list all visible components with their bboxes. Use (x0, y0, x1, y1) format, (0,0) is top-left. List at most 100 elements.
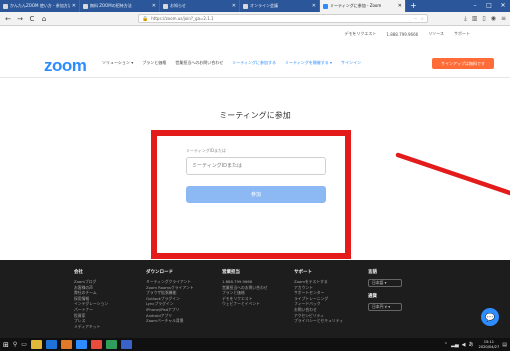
annotation-arrow-line (395, 152, 510, 196)
address-url: https://zoom.us/join?_ga=2.1.1 (151, 16, 214, 21)
address-bar[interactable]: 🔒 https://zoom.us/join?_ga=2.1.1 ··· ☆ (138, 14, 428, 23)
nav-item-sign-in[interactable]: サインイン (341, 60, 361, 66)
top-link[interactable]: リソース (428, 31, 444, 37)
footer-link[interactable]: ウェビナーとイベント (222, 301, 268, 307)
chevron-up-icon[interactable]: ⌃ (444, 342, 448, 348)
tab-title: ミーティングに参加 - Zoom (330, 3, 382, 8)
new-tab-button[interactable]: + (406, 0, 421, 12)
close-icon[interactable]: ✕ (72, 3, 76, 9)
page-favicon-icon (83, 3, 88, 9)
notification-icon[interactable]: ▤ (502, 342, 507, 348)
annotation-highlight-box (151, 130, 351, 259)
nav-item-host-meeting[interactable]: ミーティングを開催する ▾ (285, 60, 332, 66)
account-icon[interactable]: ◉ (491, 15, 496, 23)
file-explorer-icon[interactable] (30, 340, 42, 349)
top-link[interactable]: デモをリクエスト (344, 31, 376, 37)
maximize-button[interactable]: □ (482, 0, 496, 12)
task-view-icon[interactable]: ▭ (21, 340, 27, 349)
lock-icon: 🔒 (142, 15, 149, 22)
window-controls: – □ ✕ (468, 0, 510, 12)
top-link[interactable]: サポート (454, 31, 470, 37)
forward-button[interactable]: → (16, 15, 24, 23)
footer-column-sales: 営業担当 1.888.799.9666 営業担当へのお問い合わせ プランと価格 … (222, 269, 268, 307)
close-icon[interactable]: ✕ (312, 3, 316, 9)
zoom-main-nav: ソリューション ▾ プランと価格 営業担当へのお問い合わせ ミーティングに参加す… (102, 60, 361, 66)
footer-column-support: サポート Zoomをテストする アカウント サポートセンター ライブトレーニング… (294, 269, 343, 324)
zoom-logo[interactable]: zoom (44, 56, 87, 76)
zoom-header: zoom ソリューション ▾ プランと価格 営業担当へのお問い合わせ ミーティン… (0, 48, 510, 78)
minimize-button[interactable]: – (468, 0, 482, 12)
menu-icon[interactable]: ≡ (501, 15, 506, 23)
firefox-icon[interactable] (60, 340, 72, 349)
word-app-icon[interactable] (120, 340, 132, 349)
footer-heading: ダウンロード (146, 270, 173, 275)
close-icon[interactable]: ✕ (398, 3, 402, 9)
footer-link[interactable]: ミーティングクライアント (146, 279, 194, 285)
system-clock[interactable]: 15:11 2020/04/27 (479, 340, 500, 349)
downloads-icon[interactable]: ⤓ (464, 15, 467, 23)
browser-tab[interactable]: 無料 ZOOMの招待方法 ✕ (80, 0, 160, 12)
search-icon[interactable]: ⚲ (13, 340, 17, 349)
system-tray: ⌃ ▂▄ ◀ あ 15:11 2020/04/27 ▤ (444, 340, 507, 349)
tab-title: かんたんZOOM 使い方 - 参加方法 (10, 3, 70, 8)
browser-tab[interactable]: かんたんZOOM 使い方 - 参加方法 ✕ (0, 0, 80, 12)
screen: かんたんZOOM 使い方 - 参加方法 ✕ 無料 ZOOMの招待方法 ✕ お知らせ ✕… (0, 0, 510, 351)
page-actions-button[interactable]: ··· (414, 16, 418, 21)
home-button[interactable]: ⌂ (40, 15, 48, 23)
excel-app-icon[interactable] (105, 340, 117, 349)
volume-icon[interactable]: ◀ (462, 342, 466, 348)
signup-button[interactable]: サインアップは無料です (432, 58, 494, 69)
tab-title: お知らせ (170, 3, 186, 8)
back-button[interactable]: ← (4, 15, 12, 23)
chat-bubble-icon[interactable]: 💬 (481, 308, 499, 326)
top-link[interactable]: 1.888.799.9666 (386, 32, 418, 37)
footer-column-language: 言語 日本語 ▾ 通貨 日本円 ¥ ▾ (368, 269, 402, 317)
footer-heading: 言語 (368, 270, 377, 275)
page-favicon-icon (3, 3, 8, 9)
footer-column-company: 会社 Zoomブログ お客様の声 弊社のチーム 採用情報 インテグレーション パ… (74, 269, 108, 329)
ime-indicator[interactable]: あ (469, 341, 474, 348)
windows-start-icon[interactable]: ⊞ (3, 340, 9, 349)
sidebar-icon[interactable]: ▯ (482, 15, 485, 23)
page-title: ミーティングに参加 (219, 111, 291, 120)
footer-link[interactable]: プライバシーとセキュリティ (294, 318, 343, 324)
clock-date: 2020/04/27 (478, 344, 500, 349)
library-icon[interactable]: ▥ (472, 15, 478, 23)
close-icon[interactable]: ✕ (232, 3, 236, 9)
nav-item-solutions[interactable]: ソリューション ▾ (102, 60, 133, 66)
close-window-button[interactable]: ✕ (496, 0, 510, 12)
browser-tab-strip: かんたんZOOM 使い方 - 参加方法 ✕ 無料 ZOOMの招待方法 ✕ お知らせ ✕… (0, 0, 510, 12)
photos-app-icon[interactable] (90, 340, 102, 349)
browser-tools: ⤓ ▥ ▯ ◉ ≡ (464, 15, 506, 23)
nav-item-plans[interactable]: プランと価格 (142, 60, 166, 66)
site-footer: 会社 Zoomブログ お客様の声 弊社のチーム 採用情報 インテグレーション パ… (0, 260, 510, 338)
browser-toolbar: ← → C ⌂ 🔒 https://zoom.us/join?_ga=2.1.1… (0, 12, 510, 26)
network-icon[interactable]: ▂▄ (451, 342, 459, 348)
zoom-app-icon[interactable] (75, 340, 87, 349)
language-select[interactable]: 日本語 ▾ (368, 279, 402, 287)
browser-tab[interactable]: オンライン会議 ✕ (240, 0, 320, 12)
zoom-top-links: デモをリクエスト 1.888.799.9666 リソース サポート (0, 27, 510, 41)
tab-title: オンライン会議 (250, 3, 278, 8)
close-icon[interactable]: ✕ (152, 3, 156, 9)
footer-heading: 通貨 (368, 294, 377, 299)
footer-heading: サポート (294, 270, 312, 275)
page-favicon-icon (163, 3, 168, 9)
footer-link[interactable]: Zoomバーチャル背景 (146, 318, 194, 324)
footer-link[interactable]: メディアキット (74, 324, 108, 330)
tab-title: 無料 ZOOMの招待方法 (90, 3, 132, 8)
zoom-favicon-icon (323, 3, 328, 9)
footer-heading: 会社 (74, 270, 83, 275)
windows-taskbar: ⊞ ⚲ ▭ ⌃ ▂▄ ◀ あ 15:11 2020/04/27 ▤ (0, 338, 510, 351)
edge-browser-icon[interactable] (45, 340, 57, 349)
page-favicon-icon (243, 3, 248, 9)
nav-item-join-meeting[interactable]: ミーティングに参加する (232, 60, 276, 66)
footer-heading: 営業担当 (222, 270, 240, 275)
nav-item-contact-sales[interactable]: 営業担当へのお問い合わせ (175, 60, 223, 66)
browser-tab-active[interactable]: ミーティングに参加 - Zoom ✕ (320, 0, 406, 12)
browser-tab[interactable]: お知らせ ✕ (160, 0, 240, 12)
reload-button[interactable]: C (28, 15, 36, 23)
currency-select[interactable]: 日本円 ¥ ▾ (368, 303, 402, 311)
star-icon[interactable]: ☆ (420, 16, 424, 21)
footer-column-download: ダウンロード ミーティングクライアント Zoom Roomsクライアント ブラウ… (146, 269, 194, 324)
